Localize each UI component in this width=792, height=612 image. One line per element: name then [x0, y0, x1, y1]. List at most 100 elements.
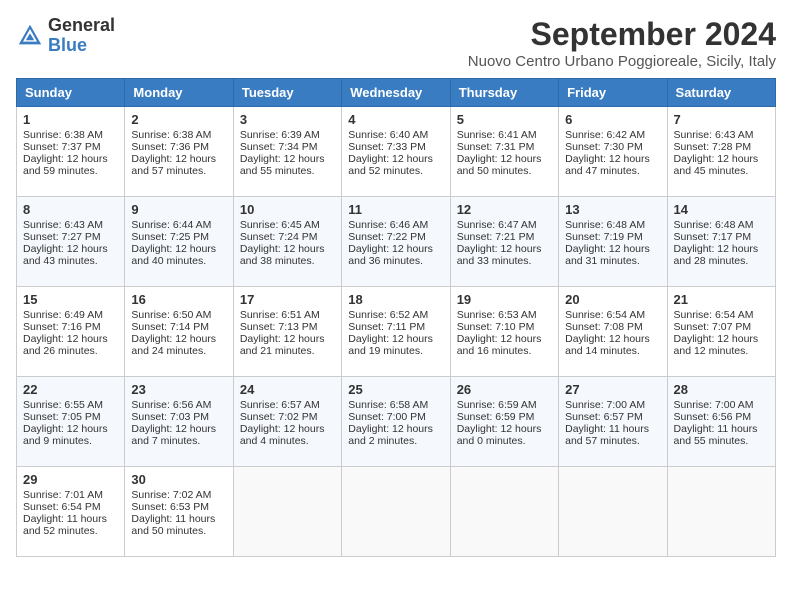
sunrise: Sunrise: 6:43 AM — [674, 129, 754, 141]
day-number: 11 — [348, 202, 443, 217]
daylight: Daylight: 12 hours and 57 minutes. — [131, 153, 216, 177]
day-number: 30 — [131, 472, 226, 487]
calendar-cell: 11 Sunrise: 6:46 AM Sunset: 7:22 PM Dayl… — [342, 197, 450, 287]
sunrise: Sunrise: 7:02 AM — [131, 489, 211, 501]
calendar-cell: 2 Sunrise: 6:38 AM Sunset: 7:36 PM Dayli… — [125, 107, 233, 197]
daylight: Daylight: 12 hours and 14 minutes. — [565, 333, 650, 357]
sunrise: Sunrise: 6:39 AM — [240, 129, 320, 141]
sunset: Sunset: 7:34 PM — [240, 141, 318, 153]
day-number: 17 — [240, 292, 335, 307]
day-number: 4 — [348, 112, 443, 127]
sunset: Sunset: 7:24 PM — [240, 231, 318, 243]
daylight: Daylight: 12 hours and 36 minutes. — [348, 243, 433, 267]
sunrise: Sunrise: 6:54 AM — [674, 309, 754, 321]
calendar-cell: 1 Sunrise: 6:38 AM Sunset: 7:37 PM Dayli… — [17, 107, 125, 197]
calendar-cell: 20 Sunrise: 6:54 AM Sunset: 7:08 PM Dayl… — [559, 287, 667, 377]
sunset: Sunset: 6:53 PM — [131, 501, 209, 513]
subtitle: Nuovo Centro Urbano Poggioreale, Sicily,… — [468, 53, 776, 70]
sunrise: Sunrise: 6:42 AM — [565, 129, 645, 141]
daylight: Daylight: 12 hours and 50 minutes. — [457, 153, 542, 177]
calendar-cell — [342, 467, 450, 557]
daylight: Daylight: 11 hours and 55 minutes. — [674, 423, 758, 447]
calendar-cell — [559, 467, 667, 557]
calendar-cell: 16 Sunrise: 6:50 AM Sunset: 7:14 PM Dayl… — [125, 287, 233, 377]
sunset: Sunset: 7:11 PM — [348, 321, 425, 333]
day-number: 12 — [457, 202, 552, 217]
sunrise: Sunrise: 6:56 AM — [131, 399, 211, 411]
daylight: Daylight: 11 hours and 57 minutes. — [565, 423, 649, 447]
col-monday: Monday — [125, 79, 233, 107]
sunset: Sunset: 7:31 PM — [457, 141, 535, 153]
col-tuesday: Tuesday — [233, 79, 341, 107]
day-number: 21 — [674, 292, 769, 307]
daylight: Daylight: 12 hours and 33 minutes. — [457, 243, 542, 267]
sunrise: Sunrise: 6:52 AM — [348, 309, 428, 321]
sunrise: Sunrise: 6:55 AM — [23, 399, 103, 411]
calendar-cell: 15 Sunrise: 6:49 AM Sunset: 7:16 PM Dayl… — [17, 287, 125, 377]
day-number: 7 — [674, 112, 769, 127]
daylight: Daylight: 12 hours and 45 minutes. — [674, 153, 759, 177]
day-number: 2 — [131, 112, 226, 127]
sunrise: Sunrise: 6:40 AM — [348, 129, 428, 141]
sunset: Sunset: 7:37 PM — [23, 141, 101, 153]
daylight: Daylight: 12 hours and 0 minutes. — [457, 423, 542, 447]
sunrise: Sunrise: 6:47 AM — [457, 219, 537, 231]
daylight: Daylight: 12 hours and 31 minutes. — [565, 243, 650, 267]
daylight: Daylight: 12 hours and 2 minutes. — [348, 423, 433, 447]
daylight: Daylight: 12 hours and 12 minutes. — [674, 333, 759, 357]
sunrise: Sunrise: 6:43 AM — [23, 219, 103, 231]
calendar-cell: 9 Sunrise: 6:44 AM Sunset: 7:25 PM Dayli… — [125, 197, 233, 287]
calendar-cell: 8 Sunrise: 6:43 AM Sunset: 7:27 PM Dayli… — [17, 197, 125, 287]
title-section: September 2024 Nuovo Centro Urbano Poggi… — [468, 16, 776, 70]
day-number: 24 — [240, 382, 335, 397]
sunset: Sunset: 6:54 PM — [23, 501, 101, 513]
col-saturday: Saturday — [667, 79, 775, 107]
sunrise: Sunrise: 6:57 AM — [240, 399, 320, 411]
sunset: Sunset: 7:21 PM — [457, 231, 535, 243]
sunrise: Sunrise: 6:45 AM — [240, 219, 320, 231]
sunrise: Sunrise: 6:41 AM — [457, 129, 537, 141]
sunset: Sunset: 7:17 PM — [674, 231, 752, 243]
calendar-cell: 17 Sunrise: 6:51 AM Sunset: 7:13 PM Dayl… — [233, 287, 341, 377]
sunset: Sunset: 7:13 PM — [240, 321, 318, 333]
calendar-cell: 23 Sunrise: 6:56 AM Sunset: 7:03 PM Dayl… — [125, 377, 233, 467]
calendar-cell: 24 Sunrise: 6:57 AM Sunset: 7:02 PM Dayl… — [233, 377, 341, 467]
day-number: 13 — [565, 202, 660, 217]
calendar-header-row: Sunday Monday Tuesday Wednesday Thursday… — [17, 79, 776, 107]
daylight: Daylight: 12 hours and 55 minutes. — [240, 153, 325, 177]
calendar: Sunday Monday Tuesday Wednesday Thursday… — [16, 78, 776, 557]
day-number: 5 — [457, 112, 552, 127]
calendar-cell: 12 Sunrise: 6:47 AM Sunset: 7:21 PM Dayl… — [450, 197, 558, 287]
daylight: Daylight: 12 hours and 52 minutes. — [348, 153, 433, 177]
sunrise: Sunrise: 6:48 AM — [674, 219, 754, 231]
logo-text: General Blue — [48, 16, 115, 56]
daylight: Daylight: 12 hours and 38 minutes. — [240, 243, 325, 267]
sunset: Sunset: 7:02 PM — [240, 411, 318, 423]
sunset: Sunset: 7:07 PM — [674, 321, 752, 333]
calendar-cell: 13 Sunrise: 6:48 AM Sunset: 7:19 PM Dayl… — [559, 197, 667, 287]
daylight: Daylight: 12 hours and 4 minutes. — [240, 423, 325, 447]
calendar-cell: 3 Sunrise: 6:39 AM Sunset: 7:34 PM Dayli… — [233, 107, 341, 197]
week-row-5: 29 Sunrise: 7:01 AM Sunset: 6:54 PM Dayl… — [17, 467, 776, 557]
sunset: Sunset: 6:59 PM — [457, 411, 535, 423]
calendar-cell: 5 Sunrise: 6:41 AM Sunset: 7:31 PM Dayli… — [450, 107, 558, 197]
day-number: 25 — [348, 382, 443, 397]
day-number: 28 — [674, 382, 769, 397]
daylight: Daylight: 12 hours and 26 minutes. — [23, 333, 108, 357]
calendar-cell — [233, 467, 341, 557]
sunrise: Sunrise: 6:53 AM — [457, 309, 537, 321]
sunset: Sunset: 7:27 PM — [23, 231, 101, 243]
daylight: Daylight: 12 hours and 28 minutes. — [674, 243, 759, 267]
calendar-cell: 27 Sunrise: 7:00 AM Sunset: 6:57 PM Dayl… — [559, 377, 667, 467]
day-number: 18 — [348, 292, 443, 307]
day-number: 16 — [131, 292, 226, 307]
calendar-cell — [450, 467, 558, 557]
week-row-4: 22 Sunrise: 6:55 AM Sunset: 7:05 PM Dayl… — [17, 377, 776, 467]
day-number: 26 — [457, 382, 552, 397]
sunrise: Sunrise: 6:38 AM — [23, 129, 103, 141]
sunrise: Sunrise: 7:00 AM — [565, 399, 645, 411]
sunset: Sunset: 6:56 PM — [674, 411, 752, 423]
day-number: 20 — [565, 292, 660, 307]
calendar-cell: 18 Sunrise: 6:52 AM Sunset: 7:11 PM Dayl… — [342, 287, 450, 377]
daylight: Daylight: 12 hours and 19 minutes. — [348, 333, 433, 357]
